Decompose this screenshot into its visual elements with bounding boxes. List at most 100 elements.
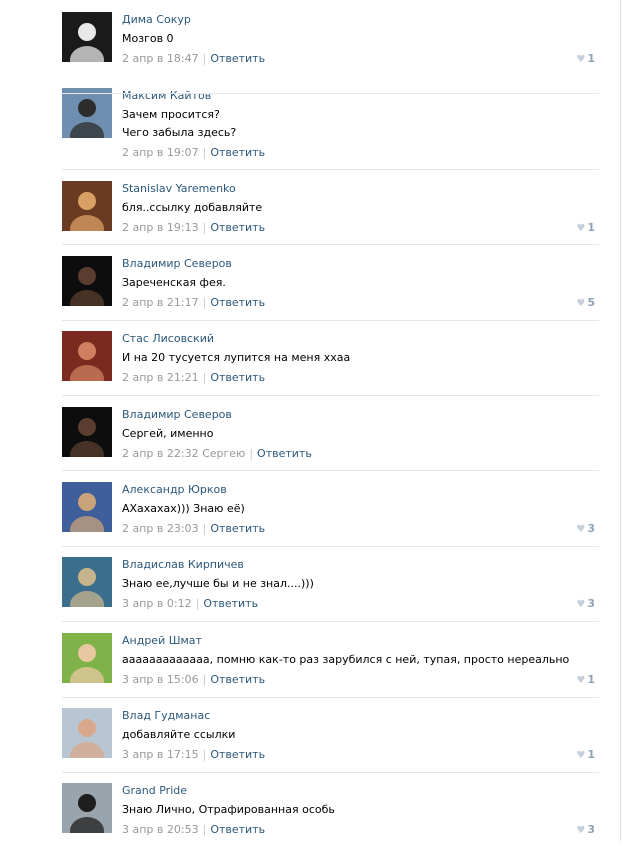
comment-text: Чего забыла здесь?	[122, 126, 237, 139]
comment-item: Максим Кайтов Зачем просится? Чего забыла …	[0, 84, 620, 159]
comment-divider	[62, 93, 599, 94]
reply-link[interactable]: Ответить	[210, 221, 265, 234]
meta-separator: |	[202, 296, 207, 309]
comment-item: Stanislav Yaremenko бля..ссылку добавляйт…	[0, 177, 620, 247]
comment-divider	[62, 697, 599, 698]
comment-item: Влад Гудманас добавляйте ссылки 3 апр в 17…	[0, 704, 620, 774]
comment-divider	[62, 244, 599, 245]
like-button[interactable]: ♥ 5	[576, 296, 595, 309]
author-link[interactable]: Стас Лисовский	[122, 332, 214, 345]
heart-icon: ♥	[576, 223, 586, 234]
comment-date[interactable]: 2 апр в 22:32 Сергею	[122, 447, 245, 460]
comment-date[interactable]: 3 апр в 20:53	[122, 823, 199, 836]
comment-divider	[62, 169, 599, 170]
like-button[interactable]: ♥ 1	[576, 673, 595, 686]
author-link[interactable]: Александр Юрков	[122, 483, 227, 496]
comment-text: Зареченская фея.	[122, 276, 226, 289]
reply-link[interactable]: Ответить	[210, 823, 265, 836]
author-link[interactable]: Владимир Северов	[122, 408, 232, 421]
meta-separator: |	[202, 146, 207, 159]
reply-link[interactable]: Ответить	[210, 673, 265, 686]
comment-date[interactable]: 2 апр в 23:03	[122, 522, 199, 535]
meta-separator: |	[249, 447, 254, 460]
reply-link[interactable]: Ответить	[210, 748, 265, 761]
like-button[interactable]: ♥ 3	[576, 522, 595, 535]
reply-link[interactable]: Ответить	[210, 146, 265, 159]
author-link[interactable]: Максим Кайтов	[122, 89, 211, 102]
avatar[interactable]	[62, 783, 112, 833]
comment-meta: 2 апр в 23:03 | Ответить	[122, 522, 265, 535]
avatar[interactable]	[62, 708, 112, 758]
avatar[interactable]	[62, 633, 112, 683]
comment-date[interactable]: 2 апр в 19:13	[122, 221, 199, 234]
author-link[interactable]: Stanislav Yaremenko	[122, 182, 236, 195]
avatar[interactable]	[62, 256, 112, 306]
meta-separator: |	[202, 52, 207, 65]
like-button[interactable]: ♥ 1	[576, 221, 595, 234]
comment-item: Владимир Северов Сергей, именно 2 апр в 22…	[0, 403, 620, 473]
comment-text: Знаю Лично, Отрафированная особь	[122, 803, 335, 816]
like-count: 1	[587, 52, 595, 65]
comment-meta: 2 апр в 18:47 | Ответить	[122, 52, 265, 65]
like-count: 1	[587, 673, 595, 686]
comment-item: Стас Лисовский И на 20 тусуется лупится н…	[0, 327, 620, 397]
comment-divider	[62, 772, 599, 773]
avatar[interactable]	[62, 407, 112, 457]
reply-link[interactable]: Ответить	[210, 296, 265, 309]
like-button[interactable]: ♥ 1	[576, 748, 595, 761]
author-link[interactable]: Дима Сокур	[122, 13, 191, 26]
like-button[interactable]: ♥ 1	[576, 52, 595, 65]
comment-list: Дима Сокур Мозгов 02 апр в 18:47 | Ответить…	[0, 0, 620, 841]
comment-divider	[62, 395, 599, 396]
author-link[interactable]: Влад Гудманас	[122, 709, 210, 722]
like-button[interactable]: ♥ 3	[576, 597, 595, 610]
author-link[interactable]: Grand Pride	[122, 784, 187, 797]
avatar[interactable]	[62, 181, 112, 231]
heart-icon: ♥	[576, 825, 586, 836]
comment-date[interactable]: 3 апр в 17:15	[122, 748, 199, 761]
heart-icon: ♥	[576, 750, 586, 761]
heart-icon: ♥	[576, 54, 586, 65]
avatar[interactable]	[62, 12, 112, 62]
avatar[interactable]	[62, 557, 112, 607]
comment-date[interactable]: 3 апр в 0:12	[122, 597, 192, 610]
comment-date[interactable]: 2 апр в 21:17	[122, 296, 199, 309]
author-link[interactable]: Владимир Северов	[122, 257, 232, 270]
like-count: 3	[587, 823, 595, 836]
reply-link[interactable]: Ответить	[210, 52, 265, 65]
reply-link[interactable]: Ответить	[257, 447, 312, 460]
avatar[interactable]	[62, 482, 112, 532]
comment-divider	[62, 320, 599, 321]
comment-item: Александр Юрков АХахахах))) Знаю её) 2 апр…	[0, 478, 620, 548]
like-count: 1	[587, 221, 595, 234]
comment-date[interactable]: 2 апр в 19:07	[122, 146, 199, 159]
like-button[interactable]: ♥ 3	[576, 823, 595, 836]
comment-text: ааааааааааааа, помню как-то раз зарубилс…	[122, 653, 570, 666]
author-link[interactable]: Владислав Кирпичев	[122, 558, 244, 571]
author-link[interactable]: Андрей Шмат	[122, 634, 202, 647]
heart-icon: ♥	[576, 599, 586, 610]
right-border	[620, 0, 621, 841]
comment-meta: 2 апр в 22:32 Сергею | Ответить	[122, 447, 312, 460]
comment-text: Знаю ее,лучше бы и не знал....)))	[122, 577, 314, 590]
comment-item: Андрей Шмат ааааааааааааа, помню как-то р…	[0, 629, 620, 699]
like-count: 3	[587, 597, 595, 610]
avatar[interactable]	[62, 88, 112, 138]
comment-date[interactable]: 2 апр в 18:47	[122, 52, 199, 65]
reply-link[interactable]: Ответить	[210, 522, 265, 535]
meta-separator: |	[202, 673, 207, 686]
comment-divider	[62, 621, 599, 622]
comment-text: бля..ссылку добавляйте	[122, 201, 263, 214]
comment-text: Зачем просится?	[122, 108, 220, 121]
comment-meta: 3 апр в 15:06 | Ответить	[122, 673, 265, 686]
reply-link[interactable]: Ответить	[203, 597, 258, 610]
meta-separator: |	[202, 371, 207, 384]
comment-item: Дима Сокур Мозгов 0 2 апр в 18:47 | Ответить…	[0, 8, 620, 78]
comment-item: Владислав Кирпичев Знаю ее,лучше бы и не …	[0, 553, 620, 623]
comment-date[interactable]: 3 апр в 15:06	[122, 673, 199, 686]
comment-date[interactable]: 2 апр в 21:21	[122, 371, 199, 384]
comment-item: Grand Pride Знаю Лично, Отрафированная ос…	[0, 779, 620, 849]
reply-link[interactable]: Ответить	[210, 371, 265, 384]
heart-icon: ♥	[576, 524, 586, 535]
avatar[interactable]	[62, 331, 112, 381]
